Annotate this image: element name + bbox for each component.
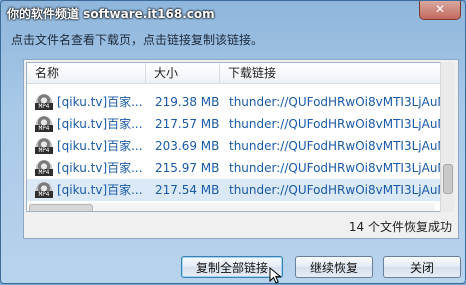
download-link[interactable]: thunder://QUFodHRwOi8vMTI3LjAuMC: [229, 157, 445, 179]
title-bar[interactable]: 你的软件频道 software.it168.com ✕: [1, 1, 465, 29]
file-name-link[interactable]: [qiku.tv]百家...: [57, 157, 143, 179]
file-size: 203.69 MB: [155, 139, 219, 153]
column-header-link[interactable]: 下载链接: [219, 63, 445, 83]
column-header-size[interactable]: 大小: [145, 63, 219, 83]
file-name-link[interactable]: [qiku.tv]百家...: [57, 91, 143, 113]
copy-all-links-button[interactable]: 复制全部链接: [181, 256, 283, 278]
file-size: 219.38 MB: [155, 95, 219, 109]
vertical-scrollbar[interactable]: [440, 62, 454, 212]
table-row[interactable]: MP4 [qiku.tv]百家... 203.69 MB thunder://Q…: [27, 135, 445, 157]
close-button[interactable]: 关闭: [383, 256, 461, 278]
file-name-link[interactable]: [qiku.tv]百家...: [57, 113, 143, 135]
list-header: 名称 大小 下载链接: [27, 63, 445, 84]
dialog-window: 你的软件频道 software.it168.com ✕ 点击文件名查看下载页，点…: [0, 0, 466, 284]
close-window-button[interactable]: ✕: [419, 1, 461, 20]
instruction-text: 点击文件名查看下载页，点击链接复制该链接。: [11, 33, 264, 47]
file-list-panel: 名称 大小 下载链接 MP4 [qiku.tv]百家... 219.38 MB …: [23, 59, 459, 239]
mp4-badge: MP4: [35, 103, 53, 110]
download-link[interactable]: thunder://QUFodHRwOi8vMTI3LjAuMC: [229, 135, 445, 157]
table-row-selected[interactable]: MP4 [qiku.tv]百家... 217.54 MB thunder://Q…: [27, 179, 445, 201]
table-row[interactable]: MP4 [qiku.tv]百家... 219.38 MB thunder://Q…: [27, 91, 445, 113]
table-row[interactable]: MP4 [qiku.tv]百家... 217.57 MB thunder://Q…: [27, 113, 445, 135]
mp4-badge: MP4: [35, 191, 53, 198]
download-link[interactable]: thunder://QUFodHRwOi8vMTI3LjAuMC: [229, 91, 445, 113]
file-name-link[interactable]: [qiku.tv]百家...: [57, 135, 143, 157]
continue-recovery-button[interactable]: 继续恢复: [295, 256, 373, 278]
file-size: 217.57 MB: [155, 117, 219, 131]
vertical-scroll-thumb[interactable]: [443, 164, 453, 194]
horizontal-scrollbar[interactable]: [29, 203, 435, 211]
window-title: 你的软件频道 software.it168.com: [7, 7, 215, 21]
file-name-link[interactable]: [qiku.tv]百家...: [57, 179, 143, 201]
close-icon: ✕: [434, 2, 446, 16]
mp4-badge: MP4: [35, 169, 53, 176]
mouse-pointer-icon: [269, 267, 282, 284]
file-size: 217.54 MB: [155, 183, 219, 197]
file-list[interactable]: 名称 大小 下载链接 MP4 [qiku.tv]百家... 219.38 MB …: [26, 62, 446, 212]
status-text: 14 个文件恢复成功: [348, 220, 452, 234]
file-size: 215.97 MB: [155, 161, 219, 175]
mp4-badge: MP4: [35, 147, 53, 154]
table-row[interactable]: MP4 [qiku.tv]百家... 215.97 MB thunder://Q…: [27, 157, 445, 179]
horizontal-scroll-thumb[interactable]: [29, 204, 93, 211]
download-link[interactable]: thunder://QUFodHRwOi8vMTI3LjAuMC: [229, 113, 445, 135]
mp4-badge: MP4: [35, 125, 53, 132]
download-link[interactable]: thunder://QUFodHRwOi8vMTI3LjAuMC: [229, 179, 445, 201]
column-header-name[interactable]: 名称: [27, 63, 145, 83]
